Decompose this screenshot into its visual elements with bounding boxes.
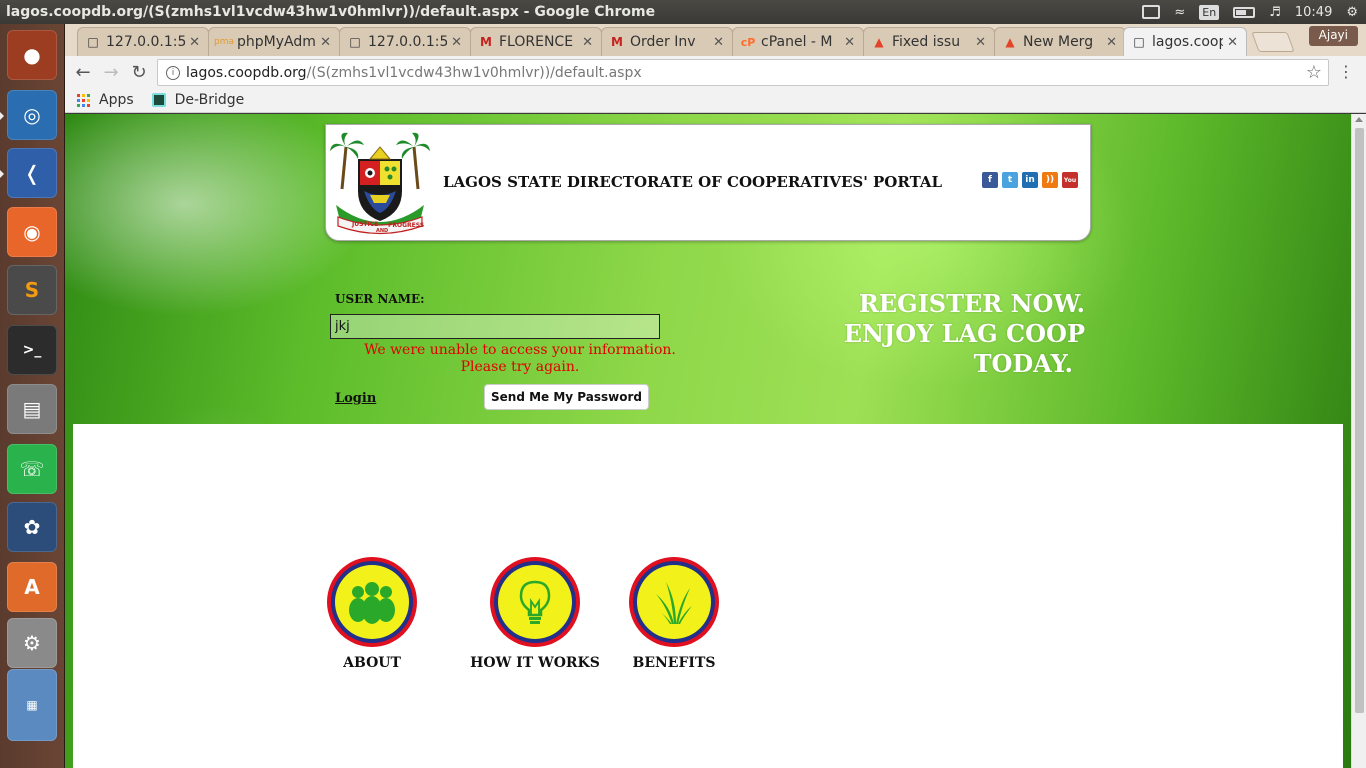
close-tab-icon[interactable]: ✕ bbox=[1106, 35, 1117, 50]
bookmark-apps[interactable]: Apps bbox=[77, 92, 134, 108]
lagos-crest-logo: JUSTICE AND PROGRESS bbox=[330, 132, 430, 235]
tab-4[interactable]: M FLORENCE ✕ bbox=[470, 27, 602, 56]
phpmyadmin-icon: pma bbox=[214, 37, 234, 47]
facebook-icon[interactable]: f bbox=[982, 172, 998, 188]
page-icon: □ bbox=[1133, 35, 1145, 49]
gitlab-icon: ▲ bbox=[874, 35, 884, 49]
clipboard-icon[interactable] bbox=[1142, 5, 1161, 19]
feature-label: BENEFITS bbox=[632, 655, 716, 671]
tab-strip: □ 127.0.0.1:5 ✕ pma phpMyAdmin ✕ □ 127.0… bbox=[65, 24, 1366, 56]
close-tab-icon[interactable]: ✕ bbox=[189, 35, 200, 50]
apps-grid-icon bbox=[77, 93, 90, 107]
linkedin-icon[interactable]: in bbox=[1022, 172, 1038, 188]
chrome-menu-icon[interactable]: ⋮ bbox=[1338, 62, 1354, 81]
gmail-icon: M bbox=[480, 35, 492, 49]
content-panel: ABOUT HOW IT WORKS BENEFITS bbox=[73, 424, 1343, 768]
social-links: f t in )) You bbox=[982, 172, 1078, 188]
de-bridge-icon bbox=[151, 93, 166, 107]
profile-button[interactable]: Ajayi bbox=[1308, 26, 1358, 46]
address-host: lagos.coopdb.org bbox=[186, 64, 307, 81]
tab-3[interactable]: □ 127.0.0.1:5 ✕ bbox=[339, 27, 471, 56]
tab-2[interactable]: pma phpMyAdmin ✕ bbox=[208, 27, 340, 56]
site-info-icon[interactable]: i bbox=[166, 65, 180, 80]
browser-toolbar: ← → ↻ i lagos.coopdb.org /(S(zmhs1vl1vcd… bbox=[65, 56, 1366, 88]
page-viewport: JUSTICE AND PROGRESS LAGOS STATE DIRECTO… bbox=[65, 114, 1351, 768]
sublime-text-icon[interactable]: S bbox=[7, 265, 57, 315]
system-settings-icon[interactable]: ⚙ bbox=[7, 618, 57, 668]
tab-1[interactable]: □ 127.0.0.1:5 ✕ bbox=[77, 27, 209, 56]
tab-7[interactable]: ▲ Fixed issu ✕ bbox=[863, 27, 995, 56]
close-tab-icon[interactable]: ✕ bbox=[320, 35, 331, 50]
reload-icon[interactable]: ↻ bbox=[128, 61, 150, 83]
tab-5[interactable]: M Order Inv ✕ bbox=[601, 27, 733, 56]
feature-benefits[interactable]: BENEFITS bbox=[628, 557, 720, 671]
files-icon[interactable]: ▤ bbox=[7, 384, 57, 434]
address-path: /(S(zmhs1vl1vcdw43hw1v0hmlvr))/default.a… bbox=[306, 64, 642, 81]
username-label: USER NAME: bbox=[335, 292, 425, 306]
close-tab-icon[interactable]: ✕ bbox=[975, 35, 986, 50]
keyboard-language[interactable]: En bbox=[1199, 4, 1220, 20]
feature-about[interactable]: ABOUT bbox=[326, 557, 418, 671]
system-top-bar: lagos.coopdb.org/(S(zmhs1vl1vcdw43hw1v0h… bbox=[0, 0, 1366, 24]
tab-6[interactable]: cP cPanel - M ✕ bbox=[732, 27, 864, 56]
youtube-icon[interactable]: You bbox=[1062, 172, 1078, 188]
gmail-icon: M bbox=[611, 35, 623, 49]
scroll-up-arrow-icon[interactable] bbox=[1355, 117, 1363, 122]
settings-gear-icon[interactable]: ⚙ bbox=[1346, 5, 1358, 20]
lightbulb-icon bbox=[519, 580, 551, 624]
feature-how-it-works[interactable]: HOW IT WORKS bbox=[465, 557, 605, 671]
page-icon: □ bbox=[87, 35, 99, 49]
back-arrow-icon[interactable]: ← bbox=[72, 61, 94, 83]
whatsapp-icon[interactable]: ☏ bbox=[7, 444, 57, 494]
twitter-icon[interactable]: t bbox=[1002, 172, 1018, 188]
crest-motto-right: PROGRESS bbox=[388, 222, 424, 229]
login-link[interactable]: Login bbox=[335, 391, 376, 406]
rss-icon[interactable]: )) bbox=[1042, 172, 1058, 188]
login-error-message: We were unable to access your informatio… bbox=[364, 342, 676, 375]
portal-title: LAGOS STATE DIRECTORATE OF COOPERATIVES'… bbox=[443, 173, 943, 191]
feature-label: ABOUT bbox=[343, 655, 401, 671]
software-center-icon[interactable]: A bbox=[7, 562, 57, 612]
tab-active[interactable]: □ lagos.coop ✕ bbox=[1123, 27, 1247, 56]
terminal-icon[interactable]: >_ bbox=[7, 325, 57, 375]
ubuntu-dash-icon[interactable]: ● bbox=[7, 30, 57, 80]
tab-8[interactable]: ▲ New Merg ✕ bbox=[994, 27, 1126, 56]
feature-label: HOW IT WORKS bbox=[470, 655, 600, 671]
page-scrollbar[interactable] bbox=[1351, 114, 1366, 768]
close-tab-icon[interactable]: ✕ bbox=[844, 35, 855, 50]
mysql-workbench-icon[interactable]: ✿ bbox=[7, 502, 57, 552]
username-input[interactable] bbox=[330, 314, 660, 339]
forward-arrow-icon[interactable]: → bbox=[100, 61, 122, 83]
close-tab-icon[interactable]: ✕ bbox=[582, 35, 593, 50]
register-promo: REGISTER NOW. ENJOY LAG COOP TODAY. bbox=[843, 289, 1085, 378]
send-password-button[interactable]: Send Me My Password bbox=[484, 384, 649, 410]
portal-header: JUSTICE AND PROGRESS LAGOS STATE DIRECTO… bbox=[325, 124, 1091, 241]
gitlab-icon: ▲ bbox=[1005, 35, 1015, 49]
crest-motto-mid: AND bbox=[376, 228, 388, 234]
volume-icon[interactable]: ♬ bbox=[1269, 5, 1281, 20]
bookmarks-bar: Apps De-Bridge bbox=[65, 88, 1366, 113]
scrollbar-thumb[interactable] bbox=[1355, 128, 1364, 713]
bookmark-de-bridge[interactable]: De-Bridge bbox=[151, 92, 244, 108]
people-icon bbox=[349, 582, 395, 624]
window-title: lagos.coopdb.org/(S(zmhs1vl1vcdw43hw1v0h… bbox=[6, 4, 656, 20]
address-bar[interactable]: i lagos.coopdb.org /(S(zmhs1vl1vcdw43hw1… bbox=[157, 59, 1329, 86]
vscode-icon[interactable]: ❬ bbox=[0, 148, 57, 198]
workspace-switcher-icon[interactable]: ▦ bbox=[7, 669, 57, 741]
close-tab-icon[interactable]: ✕ bbox=[1227, 35, 1238, 50]
firefox-icon[interactable]: ◉ bbox=[7, 207, 57, 257]
grass-icon bbox=[656, 582, 692, 624]
chrome-icon[interactable]: ◎ bbox=[0, 90, 57, 140]
unity-launcher: ● ◎ ❬ ◉ S >_ ▤ ☏ ✿ A ⚙ ▦ bbox=[0, 24, 65, 768]
cpanel-icon: cP bbox=[740, 35, 756, 49]
close-tab-icon[interactable]: ✕ bbox=[451, 35, 462, 50]
crest-motto-left: JUSTICE bbox=[351, 221, 378, 228]
bookmark-star-icon[interactable]: ☆ bbox=[1306, 62, 1322, 83]
battery-icon[interactable] bbox=[1233, 6, 1256, 18]
close-tab-icon[interactable]: ✕ bbox=[713, 35, 724, 50]
wifi-icon[interactable]: ≈ bbox=[1174, 5, 1185, 20]
page-icon: □ bbox=[349, 35, 361, 49]
clock[interactable]: 10:49 bbox=[1295, 5, 1332, 20]
new-tab-button[interactable] bbox=[1251, 32, 1295, 52]
